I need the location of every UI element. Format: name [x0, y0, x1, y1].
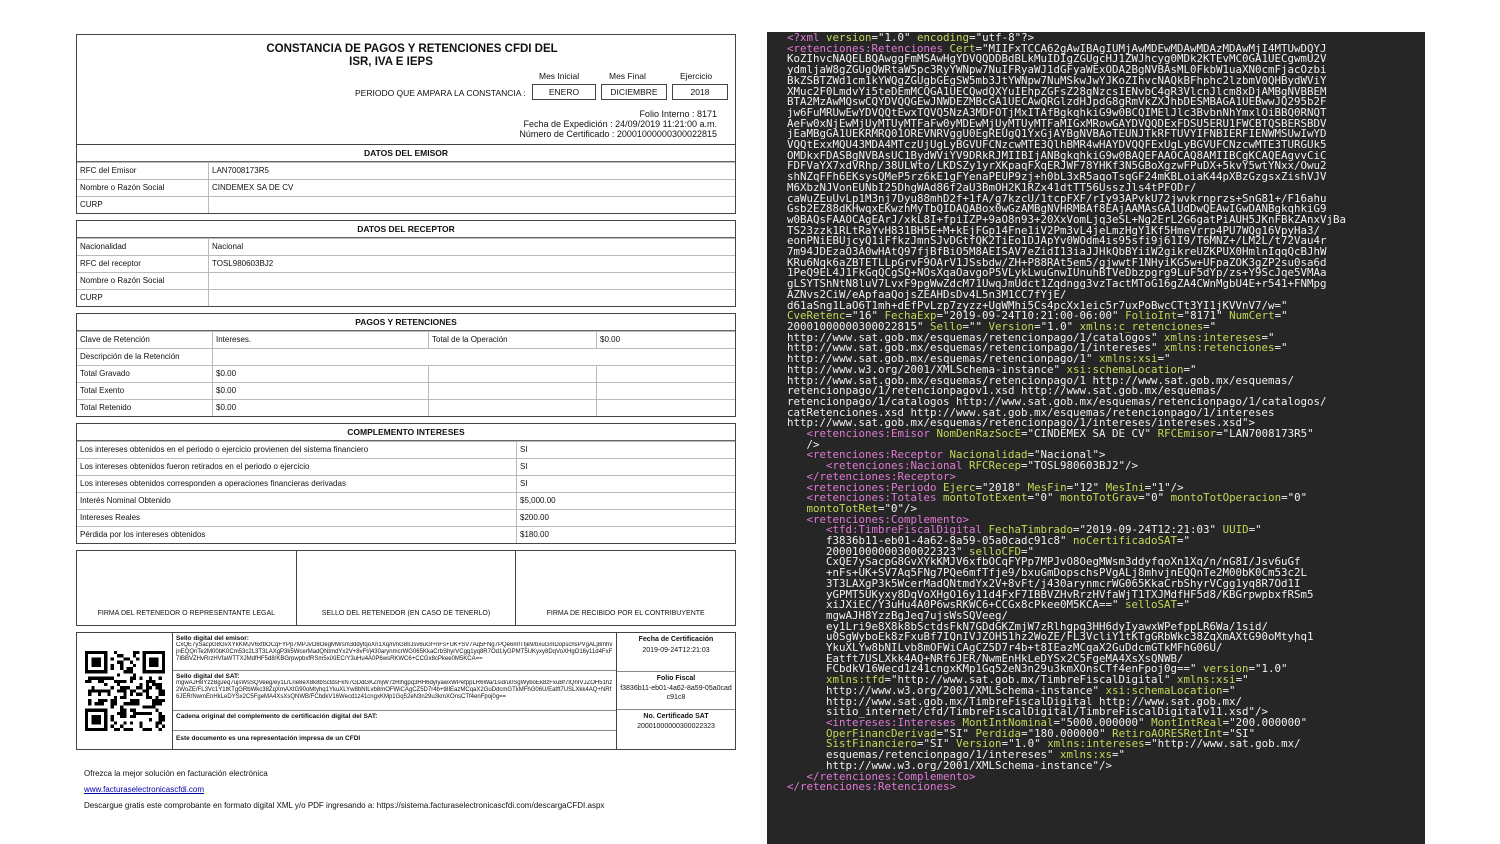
xml-token: ="CINDEMEX SA DE CV": [1021, 427, 1158, 441]
ejercicio-label: Ejercicio: [680, 71, 713, 81]
table-row: Total Retenido $0.00: [77, 399, 735, 416]
receptor-section: DATOS DEL RECEPTOR Nacionalidad Nacional …: [76, 220, 736, 307]
table-row: CURP: [77, 196, 735, 213]
xml-token: ="0": [1138, 491, 1171, 505]
table-row: Nombre o Razón Social: [77, 272, 735, 289]
sello-emisor: CxQE7ySacpG8GvXYkKMJV6xfbOCqFYPp7MPJvO8O…: [176, 642, 613, 662]
footer-download-text: Descargue gratis este comprobante en for…: [84, 801, 605, 810]
xml-token: montoTotExent: [943, 491, 1028, 505]
xml-token: =": [1112, 748, 1126, 762]
xml-token: <retenciones:Emisor: [806, 427, 937, 441]
timbre-fiscal: Sello digital del emisor: CxQE7ySacpG8GvX…: [76, 632, 736, 750]
folio-fiscal-label: Folio Fiscal: [656, 675, 696, 682]
table-row: Nacionalidad Nacional: [77, 238, 735, 255]
xml-token: xmlns:retenciones: [1164, 341, 1275, 355]
mes-final-value: DICIEMBRE: [601, 84, 667, 100]
xml-line: <retenciones:Emisor NomDenRazSocE="CINDE…: [787, 427, 1425, 441]
table-row: Pérdida por los intereses obtenidos $180.…: [77, 526, 735, 543]
table-row: RFC del receptor TOSL980603BJ2: [77, 255, 735, 272]
pagos-heading: PAGOS Y RETENCIONES: [77, 314, 735, 331]
footer-link[interactable]: www.facturaselectronicascfdi.com: [84, 785, 204, 794]
fecha-expedicion: Fecha de Expedición : 24/09/2019 11:21:0…: [523, 119, 717, 129]
xml-token: =": [1235, 673, 1249, 687]
xml-token: =": [1274, 309, 1288, 323]
xml-token: NomDenRazSocE: [936, 427, 1022, 441]
xml-token: noCertificadoSAT: [1073, 534, 1178, 548]
xml-token: UUID: [1222, 523, 1249, 537]
xml-viewer: <?xml version="1.0" encoding="utf-8"?> <r…: [767, 32, 1425, 844]
complemento-heading: COMPLEMENTO INTERESES: [77, 424, 735, 441]
table-row: Nombre o Razón Social CINDEMEX SA DE CV: [77, 179, 735, 196]
folio-fiscal: f3836b11-eb01-4a62-8a59-05a0cadc91c8: [620, 685, 732, 701]
xml-token: RFCRecep: [969, 459, 1022, 473]
sello-sat-label: Sello digital del SAT:: [176, 673, 240, 680]
fecha-cert-label: Fecha de Certificación: [638, 636, 714, 643]
xml-token: =": [1248, 523, 1262, 537]
firma-retenedor-box: FIRMA DEL RETENEDOR O REPRESENTANTE LEGA…: [77, 551, 297, 625]
numero-certificado: Número de Certificado : 2000100000030002…: [519, 129, 717, 139]
xml-token: ="TOSL980603BJ2"/>: [1021, 459, 1139, 473]
emisor-heading: DATOS DEL EMISOR: [77, 145, 735, 162]
xml-token: =": [1177, 598, 1191, 612]
no-cert-label: No. Certificado SAT: [643, 713, 709, 720]
table-row: Intereses Reales $200.00: [77, 509, 735, 526]
mes-final-label: Mes Final: [609, 71, 646, 81]
cadena-label: Cadena original del complemento de certi…: [176, 713, 378, 720]
periodo-label: PERIODO QUE AMPARA LA CONSTANCIA :: [355, 88, 526, 98]
no-cert: 20001000000300022323: [637, 723, 715, 730]
folio-block: Folio Interno : 8171 Fecha de Expedición…: [519, 109, 717, 139]
sellos-block: Sello digital del emisor: CxQE7ySacpG8GvX…: [173, 633, 617, 749]
certificacion-block: Fecha de Certificación 2019-09-24T12:21:0…: [617, 633, 735, 749]
xml-token: =": [1274, 341, 1288, 355]
qr-code-icon: [77, 633, 173, 749]
table-row: CURP: [77, 289, 735, 306]
sello-retenedor-box: SELLO DEL RETENEDOR (EN CASO DE TENERLO): [297, 551, 517, 625]
firma-contribuyente-box: FIRMA DE RECIBIDO POR EL CONTRIBUYENTE: [546, 610, 705, 617]
table-row: Los intereses obtenidos corresponden a o…: [77, 475, 735, 492]
xml-token: ="http://www.sat.gob.mx/: [1144, 737, 1301, 751]
xml-token: montoTotOperacion: [1170, 491, 1282, 505]
xml-line: </retenciones:Retenciones>: [787, 780, 1425, 794]
emisor-section: DATOS DEL EMISOR RFC del Emisor LAN700817…: [76, 144, 736, 214]
cfdi-document: CONSTANCIA DE PAGOS Y RETENCIONES CFDI D…: [76, 34, 736, 750]
table-row: Interés Nominal Obtenido $5,000.00: [77, 492, 735, 509]
xml-token: NumCert: [1229, 309, 1275, 323]
xml-token: =": [1177, 534, 1191, 548]
mes-inicial-label: Mes Inicial: [539, 71, 580, 81]
xml-token: ="1.0": [1248, 662, 1288, 676]
xml-token: </retenciones:Retenciones>: [787, 780, 957, 794]
folio-interno: Folio Interno : 8171: [639, 109, 717, 119]
document-footer: Ofrezca la mejor solución en facturación…: [84, 766, 604, 814]
table-row: Los intereses obtenidos fueron retirados…: [77, 458, 735, 475]
complemento-section: COMPLEMENTO INTERESES Los intereses obte…: [76, 423, 736, 544]
table-row: Los intereses obtenidos en el periodo o …: [77, 441, 735, 458]
footer-tagline: Ofrezca la mejor solución en facturación…: [84, 769, 268, 778]
document-header: CONSTANCIA DE PAGOS Y RETENCIONES CFDI D…: [76, 34, 736, 144]
xml-token: montoTotGrav: [1060, 491, 1139, 505]
table-row: Clave de Retención Intereses. Total de l…: [77, 331, 735, 348]
pagos-section: PAGOS Y RETENCIONES Clave de Retención I…: [76, 313, 736, 417]
xml-token: selloSAT: [1125, 598, 1178, 612]
table-row: Total Gravado $0.00: [77, 365, 735, 382]
representacion-text: Este documento es una representación imp…: [176, 735, 361, 742]
document-title: CONSTANCIA DE PAGOS Y RETENCIONES CFDI D…: [266, 43, 558, 68]
xml-token: ="0": [1281, 491, 1308, 505]
sello-emisor-label: Sello digital del emisor:: [176, 635, 249, 642]
mes-inicial-value: ENERO: [532, 84, 596, 100]
xml-token: ="0": [1027, 491, 1061, 505]
receptor-heading: DATOS DEL RECEPTOR: [77, 221, 735, 238]
xml-token: ="LAN7008173R5": [1216, 427, 1314, 441]
xml-token: RFCEmisor: [1157, 427, 1217, 441]
ejercicio-value: 2018: [672, 84, 728, 100]
table-row: Descripción de la Retención: [77, 348, 735, 365]
sello-sat: mgwAJH8YzzBgJeq7ujsWsSQVeeg/ey1LrLrie8eX…: [176, 680, 613, 700]
fecha-cert: 2019-09-24T12:21:03: [642, 647, 710, 654]
table-row: RFC del Emisor LAN7008173R5: [77, 162, 735, 179]
table-row: Total Exento $0.00: [77, 382, 735, 399]
signature-boxes: FIRMA DEL RETENEDOR O REPRESENTANTE LEGA…: [76, 550, 736, 626]
